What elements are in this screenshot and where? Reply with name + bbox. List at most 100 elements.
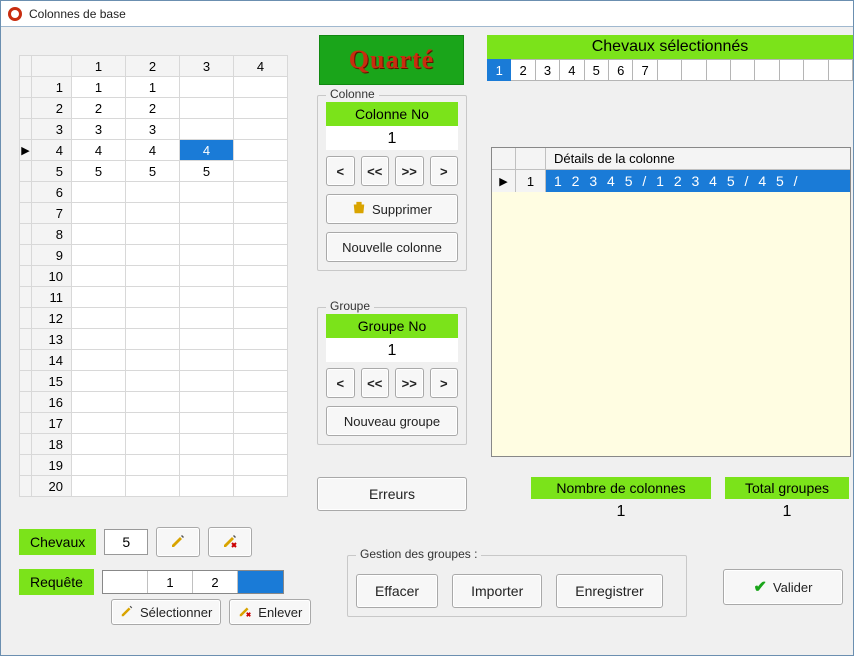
grid-cell[interactable] <box>234 98 288 119</box>
nouvelle-colonne-button[interactable]: Nouvelle colonne <box>326 232 458 262</box>
grid-cell[interactable] <box>72 287 126 308</box>
grid-cell[interactable] <box>234 266 288 287</box>
colonne-last-button[interactable]: > <box>430 156 459 186</box>
groupe-first-button[interactable]: < <box>326 368 355 398</box>
enregistrer-button[interactable]: Enregistrer <box>556 574 662 608</box>
grid-cell[interactable] <box>126 476 180 497</box>
horse-cell[interactable] <box>707 59 731 81</box>
grid-cell[interactable]: 1 <box>72 77 126 98</box>
grid-cell[interactable]: 5 <box>180 161 234 182</box>
horse-cell[interactable] <box>658 59 682 81</box>
grid-cell[interactable] <box>234 182 288 203</box>
horse-cell[interactable]: 4 <box>560 59 584 81</box>
chevaux-edit-button[interactable] <box>156 527 200 557</box>
grid-cell[interactable] <box>234 476 288 497</box>
grid-cell[interactable] <box>180 413 234 434</box>
grid-cell[interactable] <box>234 392 288 413</box>
grid-cell[interactable] <box>126 350 180 371</box>
grid-cell[interactable] <box>234 413 288 434</box>
colonne-next-button[interactable]: >> <box>395 156 424 186</box>
grid-cell[interactable] <box>72 434 126 455</box>
valider-button[interactable]: ✔ Valider <box>723 569 843 605</box>
details-table[interactable]: Détails de la colonne ▶ 1 1 2 3 4 5 / 1 … <box>491 147 851 457</box>
chevaux-clear-button[interactable] <box>208 527 252 557</box>
requete-cell[interactable] <box>103 571 148 593</box>
grid-cell[interactable]: 4 <box>72 140 126 161</box>
grid-cell[interactable] <box>126 434 180 455</box>
grid-cell[interactable] <box>72 266 126 287</box>
colonne-first-button[interactable]: < <box>326 156 355 186</box>
grid-cell[interactable] <box>234 434 288 455</box>
horse-cell[interactable] <box>731 59 755 81</box>
groupe-prev-button[interactable]: << <box>361 368 390 398</box>
grid-cell[interactable] <box>180 371 234 392</box>
grid-cell[interactable] <box>72 182 126 203</box>
grid-cell[interactable] <box>180 266 234 287</box>
grid-cell[interactable] <box>126 245 180 266</box>
horse-cell[interactable]: 1 <box>487 59 511 81</box>
grid-cell[interactable] <box>180 350 234 371</box>
horse-cell[interactable]: 6 <box>609 59 633 81</box>
grid-cell[interactable] <box>72 371 126 392</box>
horse-cell[interactable]: 7 <box>633 59 657 81</box>
grid-cell[interactable] <box>180 392 234 413</box>
horse-cell[interactable] <box>755 59 779 81</box>
grid-cell[interactable] <box>126 392 180 413</box>
grid-cell[interactable] <box>180 77 234 98</box>
grid-cell[interactable]: 1 <box>126 77 180 98</box>
grid-cell[interactable] <box>234 455 288 476</box>
grid-cell[interactable] <box>234 329 288 350</box>
grid-cell[interactable] <box>234 245 288 266</box>
grid-cell[interactable] <box>234 140 288 161</box>
groupe-last-button[interactable]: > <box>430 368 459 398</box>
horse-cell[interactable] <box>780 59 804 81</box>
grid-cell[interactable] <box>234 371 288 392</box>
grid-cell[interactable] <box>72 413 126 434</box>
grid-cell[interactable] <box>234 119 288 140</box>
grid-cell[interactable] <box>180 245 234 266</box>
horse-cell[interactable]: 3 <box>536 59 560 81</box>
main-grid[interactable]: 1234111222333▶44445555678910111213141516… <box>19 55 288 497</box>
grid-cell[interactable] <box>234 77 288 98</box>
grid-cell[interactable] <box>234 350 288 371</box>
grid-cell[interactable]: 5 <box>126 161 180 182</box>
grid-cell[interactable] <box>234 308 288 329</box>
grid-cell[interactable] <box>72 224 126 245</box>
grid-cell[interactable] <box>180 203 234 224</box>
chevaux-input[interactable] <box>104 529 148 555</box>
requete-cell[interactable]: 2 <box>193 571 238 593</box>
grid-cell[interactable] <box>180 308 234 329</box>
grid-cell[interactable]: 3 <box>72 119 126 140</box>
horse-cell[interactable]: 2 <box>511 59 535 81</box>
details-row[interactable]: ▶ 1 1 2 3 4 5 / 1 2 3 4 5 / 4 5 / <box>492 170 850 192</box>
selected-horses-cells[interactable]: 1234567 <box>487 59 853 81</box>
selectionner-button[interactable]: Sélectionner <box>111 599 221 625</box>
grid-cell[interactable] <box>180 224 234 245</box>
effacer-button[interactable]: Effacer <box>356 574 438 608</box>
grid-cell[interactable] <box>126 287 180 308</box>
grid-cell[interactable] <box>126 455 180 476</box>
requete-cell[interactable]: 1 <box>148 571 193 593</box>
grid-cell[interactable]: 5 <box>72 161 126 182</box>
requete-cells[interactable]: 12 <box>102 570 284 594</box>
supprimer-button[interactable]: Supprimer <box>326 194 458 224</box>
grid-cell[interactable] <box>72 350 126 371</box>
grid-cell[interactable] <box>234 287 288 308</box>
grid-cell[interactable] <box>234 224 288 245</box>
horse-cell[interactable] <box>682 59 706 81</box>
grid-cell[interactable]: 3 <box>126 119 180 140</box>
horse-cell[interactable] <box>804 59 828 81</box>
horse-cell[interactable] <box>829 59 853 81</box>
grid-cell[interactable] <box>72 392 126 413</box>
grid-cell[interactable] <box>72 476 126 497</box>
grid-cell[interactable] <box>126 224 180 245</box>
grid-cell[interactable] <box>180 455 234 476</box>
grid-cell[interactable] <box>72 245 126 266</box>
horse-cell[interactable]: 5 <box>585 59 609 81</box>
nouveau-groupe-button[interactable]: Nouveau groupe <box>326 406 458 436</box>
grid-cell[interactable] <box>72 203 126 224</box>
grid-cell[interactable]: 4 <box>180 140 234 161</box>
grid-cell[interactable] <box>180 476 234 497</box>
groupe-next-button[interactable]: >> <box>395 368 424 398</box>
grid-cell[interactable] <box>126 266 180 287</box>
